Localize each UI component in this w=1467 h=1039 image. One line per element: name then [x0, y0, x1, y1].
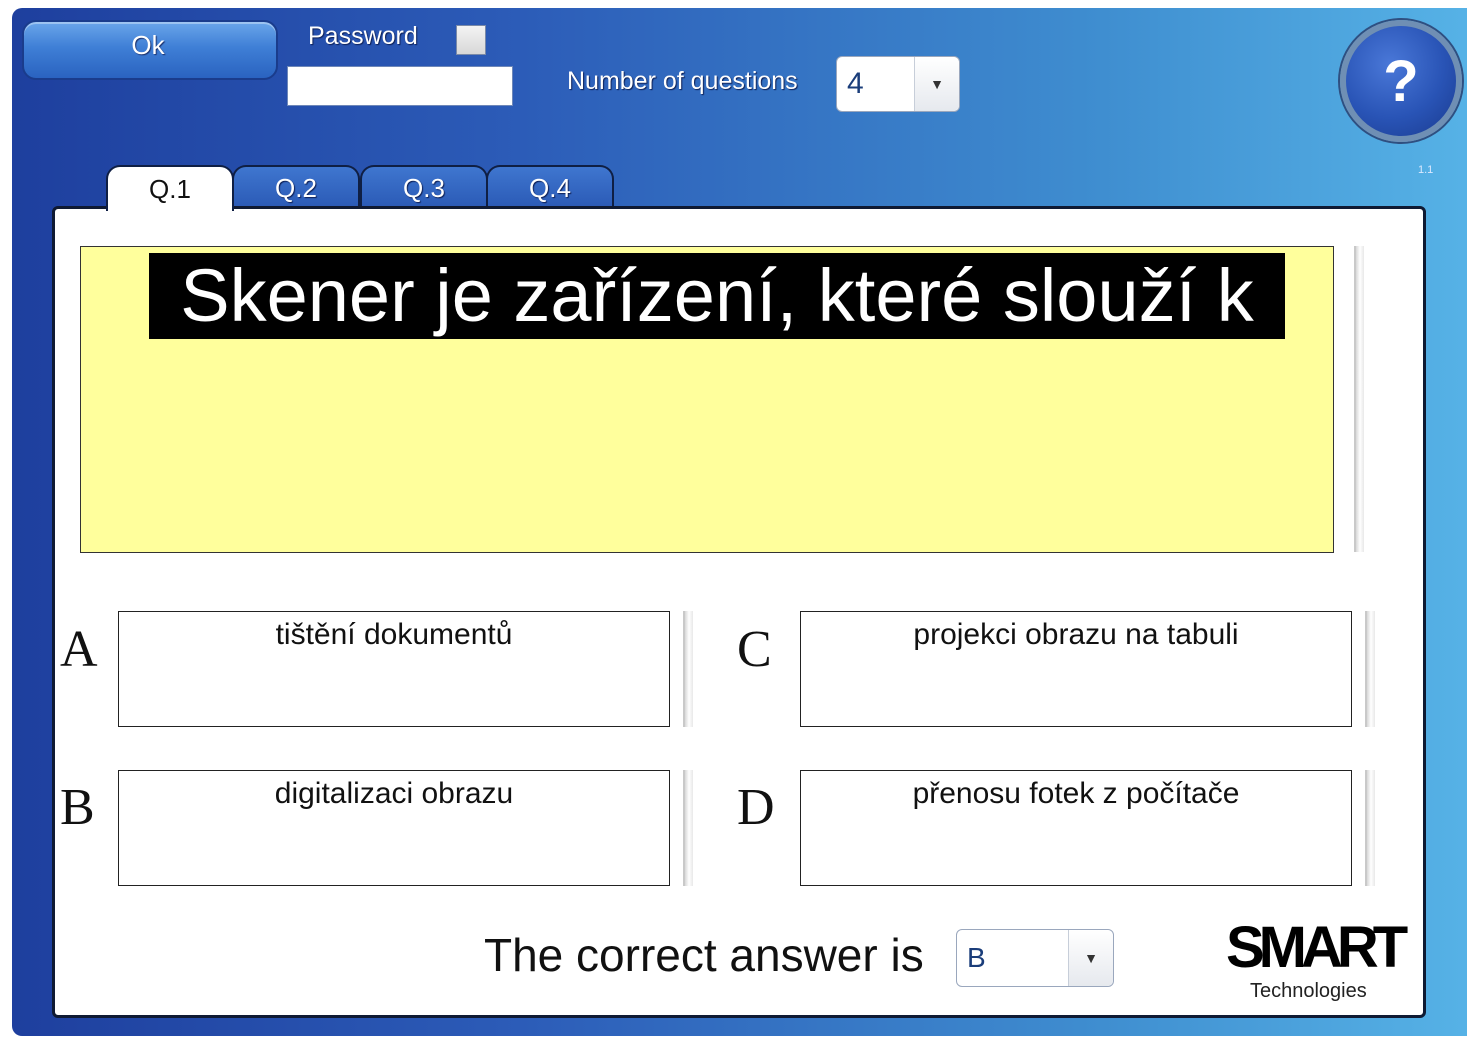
- answer-letter-a: A: [60, 621, 98, 678]
- ok-button[interactable]: Ok: [22, 20, 278, 80]
- ok-button-label: Ok: [131, 29, 165, 60]
- correct-answer-value: B: [967, 942, 986, 973]
- tab-q3[interactable]: Q.3: [360, 165, 488, 209]
- password-input[interactable]: [287, 66, 513, 106]
- answer-d-scrollbar[interactable]: [1365, 770, 1375, 886]
- tab-q4[interactable]: Q.4: [486, 165, 614, 209]
- answer-letter-b: B: [60, 779, 95, 836]
- question-text[interactable]: Skener je zařízení, které slouží k: [149, 253, 1285, 339]
- question-mark-icon: ?: [1383, 48, 1419, 114]
- answer-b-box[interactable]: digitalizaci obrazu: [118, 770, 670, 886]
- answer-c-box[interactable]: projekci obrazu na tabuli: [800, 611, 1352, 727]
- smart-logo: SMART Technologies: [1226, 918, 1412, 1008]
- correct-answer-select[interactable]: B ▼: [956, 929, 1114, 987]
- answer-letter-d: D: [737, 779, 775, 836]
- correct-answer-label: The correct answer is: [484, 929, 924, 981]
- version-label: 1.1: [1418, 164, 1434, 176]
- smart-logo-text: SMART: [1226, 915, 1408, 980]
- answer-a-scrollbar[interactable]: [683, 611, 693, 727]
- answer-d-box[interactable]: přenosu fotek z počítače: [800, 770, 1352, 886]
- tab-q1[interactable]: Q.1: [106, 165, 234, 211]
- answer-b-scrollbar[interactable]: [683, 770, 693, 886]
- password-label: Password: [308, 22, 418, 50]
- chevron-down-icon[interactable]: ▼: [1068, 930, 1113, 986]
- password-checkbox[interactable]: [456, 25, 486, 55]
- smart-logo-subtitle: Technologies: [1250, 980, 1367, 1002]
- number-of-questions-select[interactable]: 4 ▼: [836, 56, 960, 112]
- number-of-questions-value: 4: [847, 67, 864, 100]
- question-scrollbar[interactable]: [1354, 246, 1364, 552]
- tab-q2[interactable]: Q.2: [232, 165, 360, 209]
- answer-a-box[interactable]: tištění dokumentů: [118, 611, 670, 727]
- answer-c-scrollbar[interactable]: [1365, 611, 1375, 727]
- answer-letter-c: C: [737, 621, 772, 678]
- number-of-questions-label: Number of questions: [567, 67, 798, 95]
- help-button[interactable]: ?: [1340, 20, 1462, 142]
- chevron-down-icon[interactable]: ▼: [914, 57, 959, 111]
